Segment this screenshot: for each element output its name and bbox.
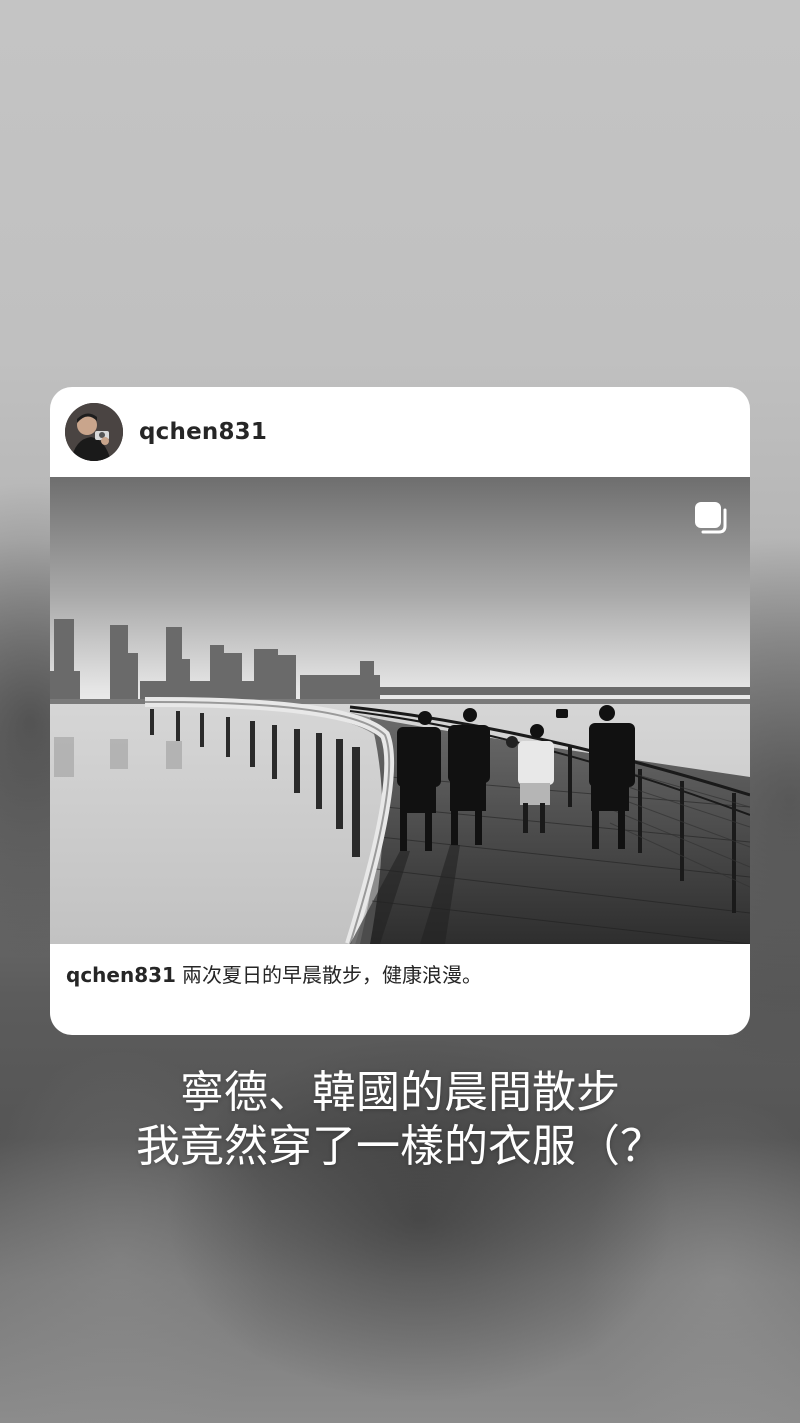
carousel-icon — [693, 500, 727, 534]
caption-username[interactable]: qchen831 — [66, 963, 176, 987]
shared-post-card[interactable]: qchen831 qchen831 兩次夏日的早晨散步，健康浪漫。 — [50, 387, 750, 1035]
post-header: qchen831 — [50, 387, 750, 477]
post-caption: qchen831 兩次夏日的早晨散步，健康浪漫。 — [50, 944, 750, 989]
avatar[interactable] — [65, 403, 123, 461]
post-photo[interactable] — [50, 477, 750, 944]
post-username[interactable]: qchen831 — [139, 419, 267, 445]
story-text-line-2: 我竟然穿了一樣的衣服（？ — [136, 1121, 664, 1172]
story-text-overlay: 寧德、韓國的晨間散步 我竟然穿了一樣的衣服（？ — [0, 1066, 800, 1174]
caption-text: 兩次夏日的早晨散步，健康浪漫。 — [181, 963, 482, 987]
story-text-line-1: 寧德、韓國的晨間散步 — [180, 1067, 620, 1118]
